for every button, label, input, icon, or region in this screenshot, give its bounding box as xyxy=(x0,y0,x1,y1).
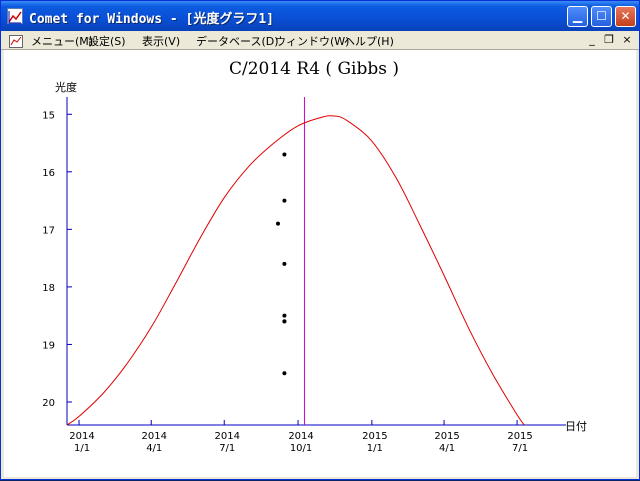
observation-point xyxy=(282,313,287,318)
x-tick-label-date: 1/1 xyxy=(367,443,383,454)
menu-item-menu[interactable]: メニュー(M) xyxy=(31,33,93,49)
x-tick-label-year: 2015 xyxy=(507,431,532,442)
x-tick-label-year: 2014 xyxy=(215,431,240,442)
document-chart-icon[interactable] xyxy=(9,33,23,48)
x-tick-label-year: 2014 xyxy=(288,431,313,442)
observation-point xyxy=(282,261,287,266)
magnitude-chart: C/2014 R4 ( Gibbs ) 光度 日付 15 16 17 18 19 20 20… xyxy=(42,59,587,454)
x-tick-label-year: 2015 xyxy=(434,431,459,442)
x-tick-label-date: 1/1 xyxy=(74,443,90,454)
y-tick-label: 19 xyxy=(42,340,55,351)
y-tick-label: 18 xyxy=(42,283,55,294)
minimize-button[interactable]: ▁ xyxy=(567,6,588,27)
y-tick-label: 16 xyxy=(42,168,55,179)
chart-marks xyxy=(66,97,525,426)
x-tick-label-year: 2014 xyxy=(142,431,167,442)
predicted-magnitude-curve xyxy=(66,115,525,426)
observation-point xyxy=(282,198,287,203)
x-axis-label: 日付 xyxy=(565,420,587,433)
menu-bar: メニュー(M) 設定(S) 表示(V) データベース(D) ウィンドウ(W) ヘ… xyxy=(1,31,639,50)
x-tick-label-date: 7/1 xyxy=(219,443,235,454)
close-button[interactable]: ✕ xyxy=(615,6,636,27)
menu-item-settings[interactable]: 設定(S) xyxy=(88,33,126,49)
chart-title: C/2014 R4 ( Gibbs ) xyxy=(229,59,399,79)
x-tick-label-date: 7/1 xyxy=(512,443,528,454)
app-chart-icon xyxy=(7,8,23,24)
observation-point xyxy=(282,152,287,157)
mdi-close-button[interactable]: × xyxy=(620,33,634,46)
x-tick-label-date: 4/1 xyxy=(439,443,455,454)
y-tick-label: 20 xyxy=(42,398,55,409)
y-axis-label: 光度 xyxy=(55,80,77,94)
x-tick-label-year: 2014 xyxy=(69,431,94,442)
x-tick-label-year: 2015 xyxy=(362,431,387,442)
title-bar[interactable]: Comet for Windows - [光度グラフ1] ▁ ☐ ✕ xyxy=(1,1,639,31)
maximize-icon: ☐ xyxy=(596,9,607,23)
x-tick-label-date: 4/1 xyxy=(146,443,162,454)
x-tick-label-date: 10/1 xyxy=(290,443,312,454)
menu-item-database[interactable]: データベース(D) xyxy=(196,33,279,49)
observation-point xyxy=(282,319,287,324)
window-title: Comet for Windows - [光度グラフ1] xyxy=(29,12,275,27)
maximize-button[interactable]: ☐ xyxy=(591,6,612,27)
minimize-icon: ▁ xyxy=(572,9,583,23)
mdi-restore-button[interactable]: ❐ xyxy=(602,33,616,46)
close-icon: ✕ xyxy=(620,9,631,23)
observation-point xyxy=(282,371,287,376)
menu-item-view[interactable]: 表示(V) xyxy=(142,33,180,49)
chart-area: C/2014 R4 ( Gibbs ) 光度 日付 15 16 17 18 19 20 20… xyxy=(4,50,636,477)
mdi-minimize-button[interactable]: _ xyxy=(585,33,599,46)
menu-item-help[interactable]: ヘルプ(H) xyxy=(344,33,394,49)
menu-item-window[interactable]: ウィンドウ(W) xyxy=(275,33,349,49)
y-tick-label: 17 xyxy=(42,225,55,236)
application-window: Comet for Windows - [光度グラフ1] ▁ ☐ ✕ メニュー(… xyxy=(0,0,640,480)
y-tick-label: 15 xyxy=(42,110,55,121)
observation-point xyxy=(275,221,280,226)
